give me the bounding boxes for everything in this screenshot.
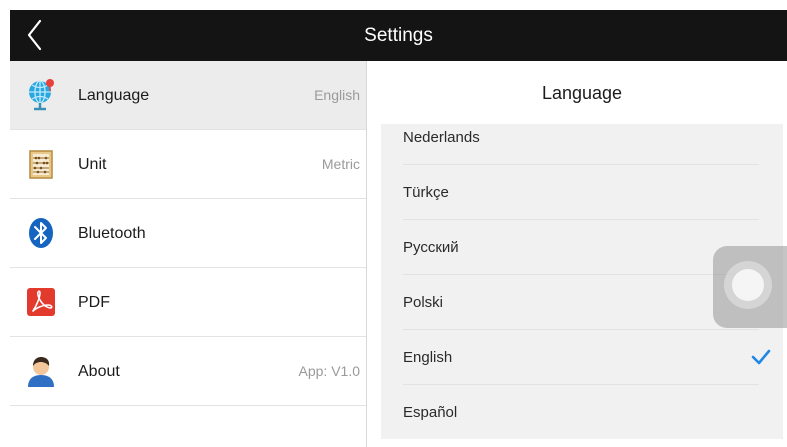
menu-label-bluetooth: Bluetooth xyxy=(78,225,146,242)
user-icon xyxy=(28,357,54,387)
bluetooth-icon xyxy=(29,218,53,248)
menu-item-language[interactable]: Language English xyxy=(10,61,366,130)
menu-value-unit: Metric xyxy=(321,156,360,172)
language-option-label: English xyxy=(403,349,453,366)
panel-title: Language xyxy=(541,83,623,103)
language-option-russian[interactable]: Русский xyxy=(403,220,759,275)
app-frame: Settings Language English Unit Metric Bl… xyxy=(10,10,787,447)
menu-item-about[interactable]: About App: V1.0 xyxy=(10,337,366,406)
abacus-icon xyxy=(29,150,53,179)
chevron-left-icon xyxy=(27,19,42,51)
top-bar: Settings xyxy=(10,10,787,61)
menu-item-unit[interactable]: Unit Metric xyxy=(10,130,366,199)
assistive-touch-core xyxy=(732,269,764,301)
language-option-label: Nederlands xyxy=(403,129,480,146)
language-option-label: Español xyxy=(403,404,458,421)
menu-label-about: About xyxy=(78,363,120,380)
language-option-polski[interactable]: Polski xyxy=(403,275,759,330)
menu-label-language: Language xyxy=(78,87,150,104)
menu-item-pdf[interactable]: PDF xyxy=(10,268,366,337)
globe-icon xyxy=(29,79,54,111)
language-option-nederlands[interactable]: Nederlands xyxy=(403,124,759,165)
settings-menu: Language English Unit Metric Bluetooth P… xyxy=(10,61,367,447)
menu-value-about: App: V1.0 xyxy=(298,363,361,379)
menu-item-bluetooth[interactable]: Bluetooth xyxy=(10,199,366,268)
menu-label-unit: Unit xyxy=(78,156,107,173)
language-option-espanol[interactable]: Español xyxy=(403,385,759,439)
pdf-icon xyxy=(27,288,55,316)
checkmark-icon xyxy=(751,349,771,365)
back-button[interactable] xyxy=(16,16,54,54)
page-title: Settings xyxy=(364,25,433,46)
assistive-touch-button[interactable] xyxy=(713,246,787,328)
language-option-label: Polski xyxy=(403,294,444,311)
menu-value-language: English xyxy=(314,87,360,103)
language-option-english[interactable]: English xyxy=(403,330,771,385)
language-option-turkce[interactable]: Türkçe xyxy=(403,165,759,220)
language-option-label: Русский xyxy=(403,239,459,256)
menu-label-pdf: PDF xyxy=(78,294,110,311)
language-option-label: Türkçe xyxy=(403,184,449,201)
